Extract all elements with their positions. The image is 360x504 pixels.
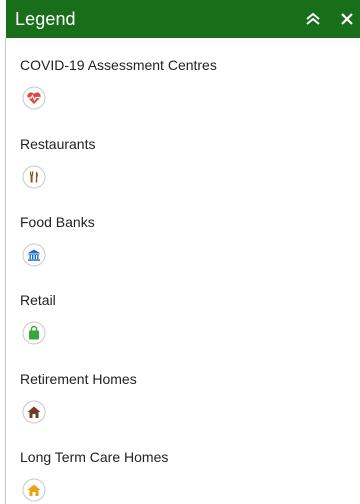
collapse-button[interactable] [303, 9, 323, 29]
close-button[interactable] [337, 9, 357, 29]
fork-knife-icon [22, 165, 46, 189]
legend-item-label: Retail [20, 292, 56, 308]
legend-page: Legend COVID-19 Assessment Centres Resta… [0, 0, 360, 504]
close-icon [341, 13, 353, 25]
house-icon [22, 400, 46, 424]
legend-item-label: Long Term Care Homes [20, 449, 169, 465]
legend-item-label: Retirement Homes [20, 371, 137, 387]
legend-item-label: Food Banks [20, 214, 95, 230]
legend-item-label: COVID-19 Assessment Centres [20, 57, 217, 73]
panel-title: Legend [15, 9, 76, 29]
shopping-bag-icon [22, 321, 46, 345]
double-chevron-up-icon [306, 12, 320, 25]
legend-panel: Legend COVID-19 Assessment Centres Resta… [6, 0, 360, 504]
house-icon [22, 478, 46, 502]
legend-header: Legend [6, 0, 360, 38]
bank-icon [22, 243, 46, 267]
legend-item-label: Restaurants [20, 136, 96, 152]
heart-pulse-icon [22, 86, 46, 110]
